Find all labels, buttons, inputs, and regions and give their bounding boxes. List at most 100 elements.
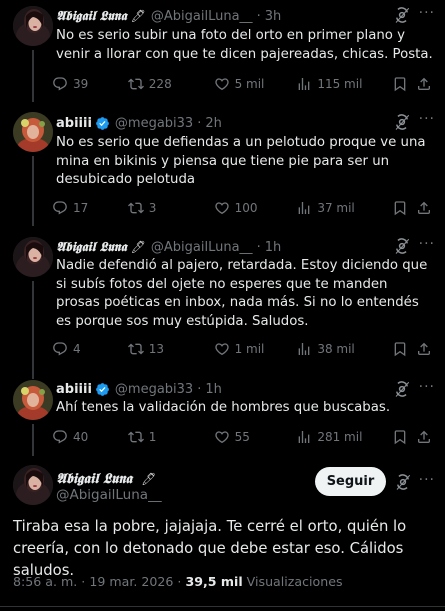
thread-line	[32, 424, 34, 456]
share-button[interactable]	[416, 341, 437, 357]
avatar[interactable]	[13, 6, 53, 46]
reply-button[interactable]: 4	[52, 341, 128, 357]
author-name[interactable]: 𝕬𝖇𝖎𝖌𝖆𝖎𝖑 𝕷𝖚𝖓𝖆	[56, 9, 127, 24]
views-count: 281 mil	[317, 430, 363, 444]
share-icon	[416, 429, 432, 445]
retweet-button[interactable]: 1	[128, 429, 214, 445]
share-button[interactable]	[416, 200, 437, 216]
grok-icon[interactable]	[393, 113, 411, 131]
views-button[interactable]: 37 mil	[296, 200, 392, 216]
bookmark-icon	[392, 200, 408, 216]
tweet-2[interactable]: abiiii @megabi33 · 2h ··· No es serio qu…	[0, 111, 445, 226]
author-name[interactable]: 𝕬𝖇𝖎𝖌𝖆𝖎𝖑 𝕷𝖚𝖓𝖆	[56, 240, 127, 255]
main-author-name[interactable]: 𝕬𝖇𝖎𝖌𝖆𝖎𝖑 𝕷𝖚𝖓𝖆	[56, 471, 132, 487]
main-tweet-text: Tiraba esa la pobre, jajajaja. Te cerré …	[13, 518, 407, 579]
reply-button[interactable]: 39	[52, 76, 128, 92]
bookmark-icon	[392, 429, 408, 445]
author-handle[interactable]: @AbigailLuna__	[151, 9, 253, 24]
bookmark-button[interactable]	[392, 76, 414, 92]
tweet-header: 𝕬𝖇𝖎𝖌𝖆𝖎𝖑 𝕷𝖚𝖓𝖆 🖊 @AbigailLuna__ · 3h	[56, 7, 405, 25]
grok-icon[interactable]	[394, 473, 412, 491]
views-count: 37 mil	[317, 201, 355, 215]
avatar[interactable]	[13, 112, 53, 152]
like-button[interactable]: 55	[214, 429, 297, 445]
main-author-handle[interactable]: @AbigailLuna__	[56, 487, 162, 503]
avatar[interactable]	[13, 237, 53, 277]
views-count: 115 mil	[317, 77, 363, 91]
like-count: 1 mil	[234, 342, 265, 356]
tweet-actions: 40 1 55 281 mil	[52, 427, 437, 447]
more-icon[interactable]: ···	[419, 379, 435, 395]
views-icon	[296, 76, 312, 92]
views-icon	[296, 429, 312, 445]
views-button[interactable]: 115 mil	[296, 76, 392, 92]
share-button[interactable]	[416, 429, 437, 445]
bookmark-button[interactable]	[392, 200, 414, 216]
grok-icon[interactable]	[393, 6, 411, 24]
tweet-actions: 39 228 5 mil 115 mil	[52, 74, 437, 94]
tweet-text: No es serio que defiendas a un pelotudo …	[56, 135, 426, 187]
divider	[0, 606, 445, 607]
main-author: 𝕬𝖇𝖎𝖌𝖆𝖎𝖑 𝕷𝖚𝖓𝖆 🖊	[56, 468, 156, 487]
views-total: 39,5 mil	[185, 574, 243, 589]
author-handle[interactable]: @megabi33	[115, 382, 193, 397]
bookmark-button[interactable]	[392, 429, 414, 445]
separator: ·	[197, 381, 202, 397]
timestamp[interactable]: 2h	[205, 116, 222, 131]
retweet-button[interactable]: 228	[128, 76, 214, 92]
tweet-time[interactable]: 8:56 a. m.	[13, 574, 77, 589]
author-handle[interactable]: @AbigailLuna__	[151, 240, 253, 255]
views-label: Visualizaciones	[246, 574, 343, 589]
more-icon[interactable]: ···	[419, 472, 435, 488]
like-button[interactable]: 100	[214, 200, 297, 216]
tweet-header: abiiii @megabi33 · 2h	[56, 114, 405, 132]
retweet-count: 3	[148, 201, 157, 215]
reply-count: 40	[73, 430, 89, 444]
retweet-button[interactable]: 3	[128, 200, 214, 216]
like-button[interactable]: 1 mil	[214, 341, 297, 357]
author-name[interactable]: abiiii	[56, 382, 92, 397]
more-icon[interactable]: ···	[419, 5, 435, 21]
share-icon	[416, 341, 432, 357]
tweet-1[interactable]: 𝕬𝖇𝖎𝖌𝖆𝖎𝖑 𝕷𝖚𝖓𝖆 🖊 @AbigailLuna__ · 3h ··· N…	[0, 5, 445, 102]
tweet-date[interactable]: 19 mar. 2026	[89, 574, 173, 589]
verified-icon	[95, 382, 110, 397]
like-button[interactable]: 5 mil	[214, 76, 297, 92]
reply-button[interactable]: 17	[52, 200, 128, 216]
retweet-count: 1	[148, 430, 157, 444]
reply-button[interactable]: 40	[52, 429, 128, 445]
author-handle[interactable]: @megabi33	[115, 116, 193, 131]
main-avatar[interactable]	[13, 465, 53, 505]
follow-button[interactable]: Seguir	[315, 467, 386, 496]
like-count: 55	[234, 430, 250, 444]
more-icon[interactable]: ···	[419, 236, 435, 252]
timestamp[interactable]: 1h	[265, 240, 282, 255]
timestamp[interactable]: 3h	[265, 9, 282, 24]
like-icon	[214, 76, 230, 92]
retweet-count: 228	[148, 77, 172, 91]
like-icon	[214, 341, 230, 357]
grok-icon[interactable]	[393, 237, 411, 255]
retweet-icon	[128, 76, 144, 92]
tweet-actions: 4 13 1 mil 38 mil	[52, 339, 437, 359]
timestamp[interactable]: 1h	[205, 382, 222, 397]
author-name[interactable]: abiiii	[56, 116, 92, 131]
more-icon[interactable]: ···	[419, 111, 435, 127]
grok-icon[interactable]	[393, 380, 411, 398]
views-button[interactable]: 281 mil	[296, 429, 392, 445]
tweet-actions: 17 3 100 37 mil	[52, 198, 437, 218]
retweet-button[interactable]: 13	[128, 341, 214, 357]
tweet-text: Nadie defendió al pajero, retardada. Est…	[56, 258, 428, 329]
separator: ·	[256, 8, 261, 24]
pen-icon: 🖊	[130, 240, 146, 254]
share-icon	[416, 200, 432, 216]
bookmark-button[interactable]	[392, 341, 414, 357]
share-button[interactable]	[416, 76, 437, 92]
views-icon	[296, 200, 312, 216]
tweet-3[interactable]: 𝕬𝖇𝖎𝖌𝖆𝖎𝖑 𝕷𝖚𝖓𝖆 🖊 @AbigailLuna__ · 1h ··· N…	[0, 236, 445, 379]
separator: ·	[197, 115, 202, 131]
views-button[interactable]: 38 mil	[296, 341, 392, 357]
tweet-text: Ahí tenes la validación de hombres que b…	[56, 400, 391, 415]
tweet-4[interactable]: abiiii @megabi33 · 1h ··· Ahí tenes la v…	[0, 379, 445, 456]
avatar[interactable]	[13, 380, 53, 420]
